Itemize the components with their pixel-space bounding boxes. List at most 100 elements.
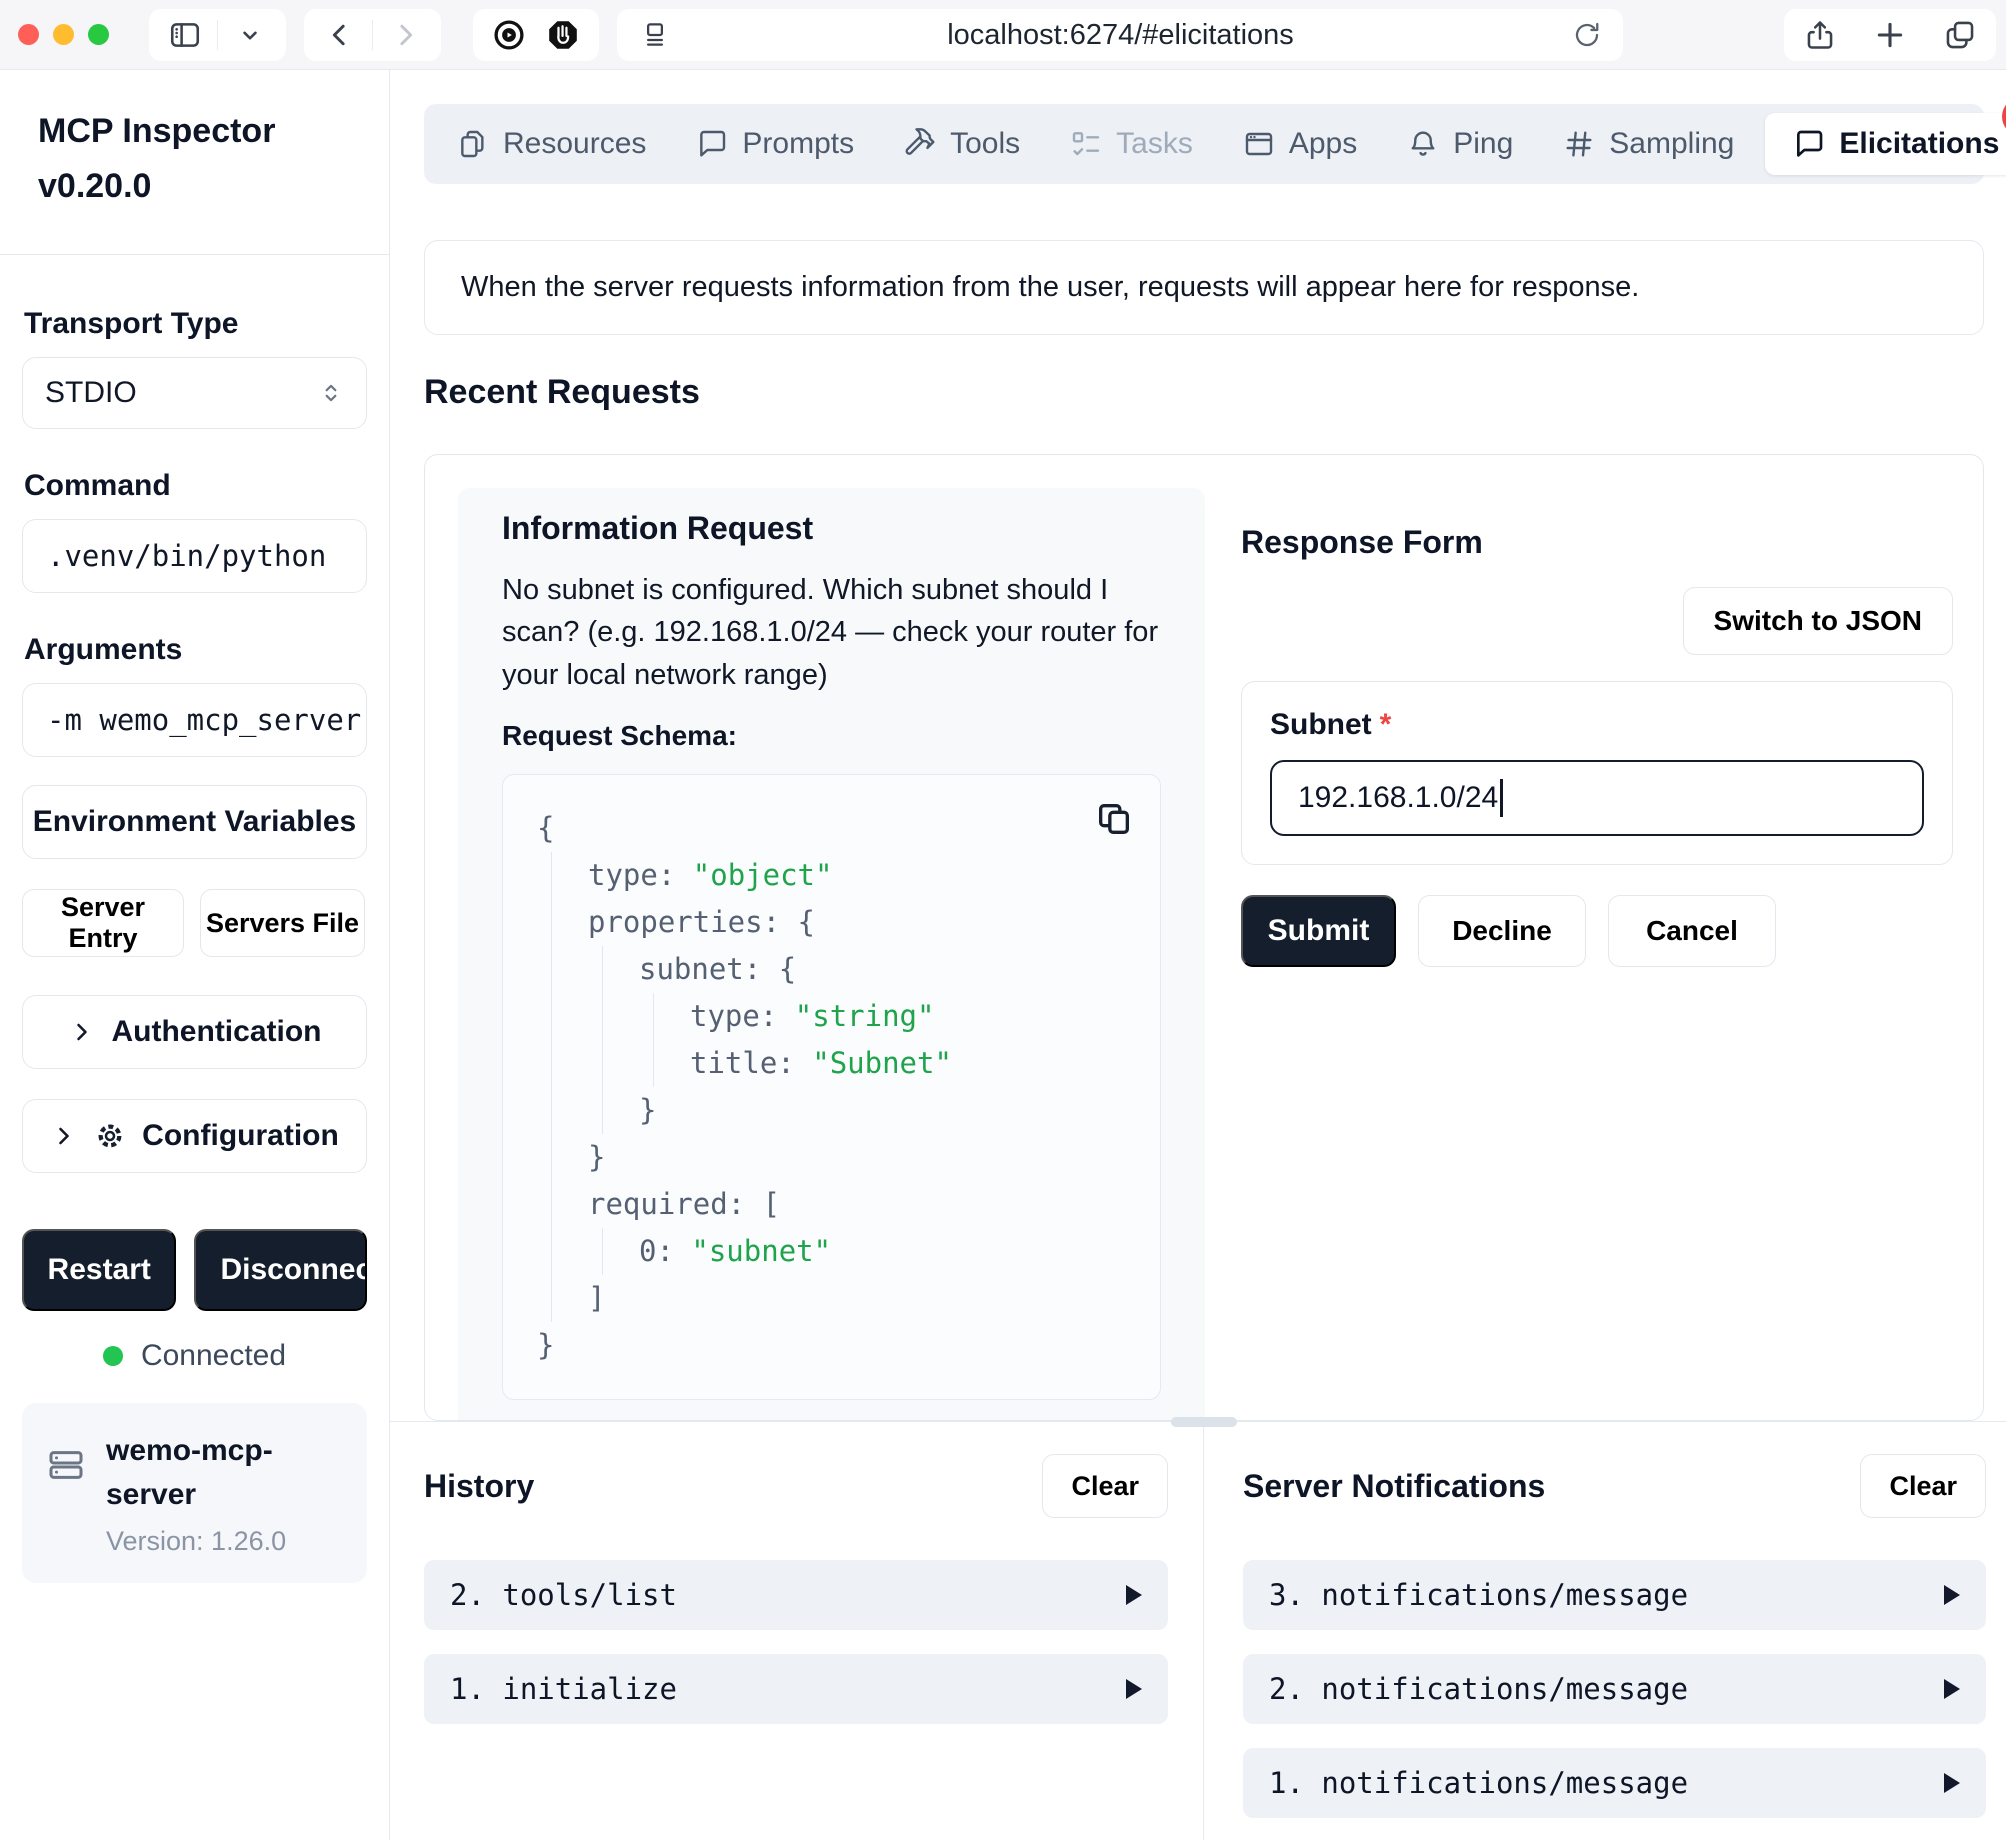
schema-line: } bbox=[639, 1087, 1126, 1134]
schema-line: type: "string" bbox=[690, 993, 1126, 1040]
authentication-expander[interactable]: Authentication bbox=[22, 995, 367, 1069]
clear-label: Clear bbox=[1071, 1471, 1139, 1502]
request-title: Information Request bbox=[502, 510, 1161, 547]
history-clear-button[interactable]: Clear bbox=[1042, 1454, 1168, 1518]
stop-hand-icon[interactable] bbox=[541, 13, 585, 57]
configuration-expander[interactable]: Configuration bbox=[22, 1099, 367, 1173]
tab-label: Prompts bbox=[742, 127, 854, 161]
schema-line: } bbox=[588, 1134, 1126, 1181]
server-name: wemo-mcp-server bbox=[106, 1429, 316, 1516]
tab-label: Sampling bbox=[1609, 127, 1734, 161]
close-window-button[interactable] bbox=[18, 24, 39, 45]
notification-item[interactable]: 3. notifications/message bbox=[1243, 1560, 1986, 1630]
notifications-clear-button[interactable]: Clear bbox=[1860, 1454, 1986, 1518]
record-icon[interactable] bbox=[487, 13, 531, 57]
tab-elicitations[interactable]: Elicitations 1 bbox=[1765, 113, 2006, 175]
configuration-label: Configuration bbox=[142, 1119, 339, 1153]
chevron-right-icon bbox=[50, 1122, 78, 1150]
history-item[interactable]: 1. initialize bbox=[424, 1654, 1168, 1724]
schema-line: ] bbox=[588, 1275, 1126, 1322]
minimize-window-button[interactable] bbox=[53, 24, 74, 45]
cancel-button[interactable]: Cancel bbox=[1608, 895, 1776, 967]
gear-icon bbox=[94, 1120, 126, 1152]
disconnect-button[interactable]: Disconnect bbox=[194, 1229, 367, 1311]
url-text[interactable]: localhost:6274/#elicitations bbox=[947, 19, 1294, 52]
environment-variables-label: Environment Variables bbox=[33, 805, 356, 839]
tab-label: Elicitations bbox=[1839, 127, 1999, 161]
request-schema-viewer: { type: "object" properties: { subnet: {… bbox=[502, 774, 1161, 1400]
submit-label: Submit bbox=[1268, 914, 1370, 948]
restart-button[interactable]: Restart bbox=[22, 1229, 176, 1311]
arguments-label: Arguments bbox=[24, 633, 367, 667]
elicitation-request-card: Information Request No subnet is configu… bbox=[424, 454, 1984, 1421]
sidebar-toggle-icon[interactable] bbox=[163, 13, 207, 57]
server-entry-button[interactable]: Server Entry bbox=[22, 889, 184, 957]
decline-button[interactable]: Decline bbox=[1418, 895, 1586, 967]
transport-type-value: STDIO bbox=[45, 376, 137, 410]
server-notifications-panel: Server Notifications Clear 3. notificati… bbox=[1204, 1422, 2006, 1840]
chevron-down-icon[interactable] bbox=[228, 13, 272, 57]
servers-file-label: Servers File bbox=[206, 908, 359, 939]
share-icon[interactable] bbox=[1798, 13, 1842, 57]
cancel-label: Cancel bbox=[1646, 915, 1738, 947]
transport-type-select[interactable]: STDIO bbox=[22, 357, 367, 429]
server-notifications-title: Server Notifications bbox=[1243, 1468, 1545, 1505]
switch-to-json-button[interactable]: Switch to JSON bbox=[1683, 587, 1953, 655]
subnet-input[interactable]: 192.168.1.0/24 bbox=[1270, 760, 1924, 836]
tab-tasks[interactable]: Tasks bbox=[1045, 104, 1218, 184]
arguments-input[interactable]: -m wemo_mcp_server bbox=[22, 683, 367, 757]
prompts-icon bbox=[696, 128, 728, 160]
divider bbox=[217, 20, 218, 50]
history-panel: History Clear 2. tools/list 1. initializ… bbox=[390, 1422, 1204, 1840]
url-bar[interactable]: localhost:6274/#elicitations bbox=[618, 9, 1623, 61]
chevron-right-icon bbox=[68, 1018, 96, 1046]
notification-item[interactable]: 2. notifications/message bbox=[1243, 1654, 1986, 1724]
reload-icon[interactable] bbox=[1571, 19, 1603, 51]
tab-resources[interactable]: Resources bbox=[432, 104, 671, 184]
back-icon[interactable] bbox=[318, 13, 362, 57]
updown-chevrons-icon bbox=[318, 380, 344, 406]
response-form-panel: Response Form Switch to JSON Subnet* 192… bbox=[1241, 488, 1953, 1420]
history-item[interactable]: 2. tools/list bbox=[424, 1560, 1168, 1630]
forward-icon[interactable] bbox=[383, 13, 427, 57]
submit-button[interactable]: Submit bbox=[1241, 895, 1396, 967]
schema-line: type: "object" bbox=[588, 852, 1126, 899]
tab-label: Tools bbox=[950, 127, 1020, 161]
nav-buttons bbox=[304, 9, 441, 61]
play-triangle-icon bbox=[1944, 1585, 1960, 1605]
tab-apps[interactable]: Apps bbox=[1218, 104, 1382, 184]
tab-ping[interactable]: Ping bbox=[1382, 104, 1538, 184]
notification-item-label: 3. notifications/message bbox=[1269, 1578, 1688, 1612]
resources-icon bbox=[457, 128, 489, 160]
tab-label: Apps bbox=[1289, 127, 1357, 161]
command-input[interactable]: .venv/bin/python bbox=[22, 519, 367, 593]
server-version: Version: 1.26.0 bbox=[106, 1526, 316, 1557]
decline-label: Decline bbox=[1452, 915, 1552, 947]
response-form-title: Response Form bbox=[1241, 524, 1953, 561]
authentication-label: Authentication bbox=[112, 1015, 322, 1049]
server-card: wemo-mcp-server Version: 1.26.0 bbox=[22, 1403, 367, 1583]
panel-resize-handle[interactable] bbox=[1171, 1417, 1237, 1427]
schema-line: } bbox=[537, 1322, 1126, 1369]
connection-status-label: Connected bbox=[141, 1339, 286, 1373]
request-message: No subnet is configured. Which subnet sh… bbox=[502, 569, 1161, 696]
play-triangle-icon bbox=[1944, 1773, 1960, 1793]
servers-file-button[interactable]: Servers File bbox=[200, 889, 365, 957]
server-icon bbox=[46, 1445, 86, 1557]
disconnect-label: Disconnect bbox=[220, 1253, 367, 1287]
new-tab-icon[interactable] bbox=[1868, 13, 1912, 57]
tab-tools[interactable]: Tools bbox=[879, 104, 1045, 184]
tab-prompts[interactable]: Prompts bbox=[671, 104, 879, 184]
notification-item[interactable]: 1. notifications/message bbox=[1243, 1748, 1986, 1818]
tab-sampling[interactable]: Sampling bbox=[1538, 104, 1759, 184]
tabs-icon[interactable] bbox=[1938, 13, 1982, 57]
reader-icon[interactable] bbox=[640, 20, 670, 50]
connection-status: Connected bbox=[22, 1339, 367, 1373]
copy-icon[interactable] bbox=[1094, 799, 1134, 839]
schema-line: { bbox=[537, 805, 1126, 852]
environment-variables-button[interactable]: Environment Variables bbox=[22, 785, 367, 859]
zoom-window-button[interactable] bbox=[88, 24, 109, 45]
notification-item-label: 2. notifications/message bbox=[1269, 1672, 1688, 1706]
play-triangle-icon bbox=[1944, 1679, 1960, 1699]
tools-icon bbox=[904, 128, 936, 160]
